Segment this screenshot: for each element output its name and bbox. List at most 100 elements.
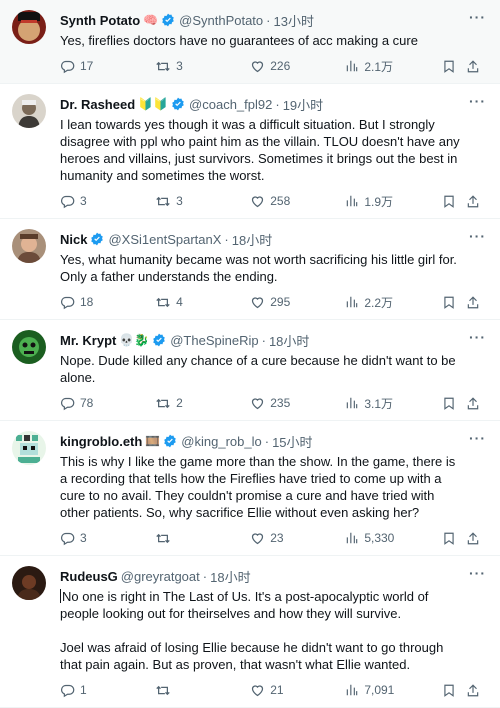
tweet[interactable]: RudeusG @greyratgoat · 18小时 ··· No one i…	[0, 556, 500, 708]
action-bar: 17 3 226 2.1万	[60, 49, 486, 83]
bookmark-button[interactable]	[442, 683, 466, 698]
timestamp[interactable]: 18小时	[269, 331, 309, 350]
separator-dot: ·	[202, 568, 208, 584]
like-count: 21	[270, 683, 284, 697]
reply-button[interactable]: 3	[60, 194, 155, 209]
more-icon[interactable]: ···	[469, 229, 486, 243]
retweet-button[interactable]: 4	[155, 295, 250, 310]
user-handle[interactable]: @king_rob_lo	[181, 434, 261, 449]
verified-badge-icon	[172, 97, 184, 111]
more-icon[interactable]: ···	[469, 94, 486, 108]
like-count: 295	[270, 295, 291, 309]
display-name[interactable]: Mr. Krypt	[60, 333, 116, 348]
separator-dot: ·	[224, 231, 229, 247]
name-emoji: 🧠	[143, 13, 159, 27]
like-icon	[252, 532, 264, 544]
bookmark-button[interactable]	[442, 59, 466, 74]
timestamp[interactable]: 15小时	[272, 432, 312, 451]
reply-count: 78	[80, 396, 94, 410]
reply-button[interactable]: 3	[60, 531, 155, 546]
reply-button[interactable]: 1	[60, 683, 155, 698]
user-handle[interactable]: @XSi1entSpartanX	[108, 232, 221, 247]
separator-dot: ·	[264, 433, 270, 449]
display-name[interactable]: kingroblo.eth	[60, 434, 142, 449]
views-icon	[347, 684, 358, 696]
tweet-text: Nope. Dude killed any chance of a cure b…	[60, 352, 486, 386]
like-button[interactable]: 235	[250, 396, 345, 411]
retweet-button[interactable]	[155, 531, 250, 546]
more-icon[interactable]: ···	[469, 566, 486, 580]
bookmark-button[interactable]	[442, 194, 466, 209]
tweet-header: kingroblo.eth 🎞️ @king_rob_lo · 15小时	[60, 431, 486, 451]
like-button[interactable]: 295	[250, 295, 345, 310]
tweet[interactable]: Nick @XSi1entSpartanX · 18小时 ··· Yes, wh…	[0, 219, 500, 320]
views-button[interactable]: 5,330	[345, 531, 442, 545]
reply-count: 3	[80, 531, 87, 545]
more-icon[interactable]: ···	[469, 10, 486, 24]
share-button[interactable]	[466, 683, 486, 698]
bookmark-icon	[444, 397, 455, 410]
retweet-button[interactable]: 3	[155, 194, 250, 209]
user-handle[interactable]: @coach_fpl92	[189, 97, 272, 112]
avatar[interactable]	[12, 229, 46, 263]
share-button[interactable]	[466, 194, 486, 209]
tweet[interactable]: Mr. Krypt 💀🐉 @TheSpineRip · 18小时 ··· Nop…	[0, 320, 500, 421]
display-name[interactable]: RudeusG	[60, 569, 118, 584]
retweet-button[interactable]	[155, 683, 250, 698]
tweet-text: Yes, fireflies doctors have no guarantee…	[60, 32, 486, 49]
user-handle[interactable]: @greyratgoat	[121, 569, 200, 584]
like-button[interactable]: 21	[250, 683, 345, 698]
timestamp[interactable]: 19小时	[283, 95, 323, 114]
avatar[interactable]	[12, 431, 46, 465]
timestamp[interactable]: 18小时	[232, 230, 272, 249]
avatar[interactable]	[12, 330, 46, 364]
avatar[interactable]	[12, 566, 46, 600]
share-icon	[467, 531, 479, 544]
user-handle[interactable]: @SynthPotato	[179, 13, 263, 28]
retweet-button[interactable]: 3	[155, 59, 250, 74]
retweet-count: 2	[176, 396, 183, 410]
bookmark-button[interactable]	[442, 531, 466, 546]
user-handle[interactable]: @TheSpineRip	[170, 333, 258, 348]
share-button[interactable]	[466, 396, 486, 411]
share-icon	[467, 683, 479, 696]
retweet-button[interactable]: 2	[155, 396, 250, 411]
more-icon[interactable]: ···	[469, 431, 486, 445]
reply-button[interactable]: 17	[60, 59, 155, 74]
display-name[interactable]: Nick	[60, 232, 87, 247]
tweet-paragraph: Yes, what humanity became was not worth …	[60, 252, 457, 284]
views-icon	[347, 397, 358, 409]
views-button[interactable]: 2.2万	[345, 294, 442, 311]
views-button[interactable]: 1.9万	[345, 193, 442, 210]
views-button[interactable]: 3.1万	[345, 395, 442, 412]
share-button[interactable]	[466, 295, 486, 310]
reply-button[interactable]: 18	[60, 295, 155, 310]
tweet[interactable]: kingroblo.eth 🎞️ @king_rob_lo · 15小时 ···…	[0, 421, 500, 556]
view-count: 7,091	[364, 683, 395, 697]
verified-badge-icon	[162, 13, 174, 27]
like-icon	[252, 296, 264, 308]
bookmark-button[interactable]	[442, 396, 466, 411]
avatar[interactable]	[12, 10, 46, 44]
display-name[interactable]: Synth Potato	[60, 13, 140, 28]
views-button[interactable]: 7,091	[345, 683, 442, 697]
name-emoji: 🔰🔰	[138, 97, 169, 111]
tweet[interactable]: Dr. Rasheed 🔰🔰 @coach_fpl92 · 19小时 ··· I…	[0, 84, 500, 219]
timestamp[interactable]: 18小时	[210, 567, 250, 586]
display-name[interactable]: Dr. Rasheed	[60, 97, 135, 112]
timestamp[interactable]: 13小时	[274, 11, 314, 30]
tweet-header: RudeusG @greyratgoat · 18小时	[60, 566, 486, 586]
views-button[interactable]: 2.1万	[345, 58, 442, 75]
reply-button[interactable]: 78	[60, 396, 155, 411]
action-bar: 3 23 5,330	[60, 521, 486, 555]
avatar[interactable]	[12, 94, 46, 128]
more-icon[interactable]: ···	[469, 330, 486, 344]
share-button[interactable]	[466, 59, 486, 74]
share-button[interactable]	[466, 531, 486, 546]
like-button[interactable]: 226	[250, 59, 345, 74]
view-count: 3.1万	[364, 396, 394, 411]
like-button[interactable]: 23	[250, 531, 345, 546]
tweet[interactable]: Synth Potato 🧠 @SynthPotato · 13小时 ··· Y…	[0, 0, 500, 84]
bookmark-button[interactable]	[442, 295, 466, 310]
like-button[interactable]: 258	[250, 194, 345, 209]
